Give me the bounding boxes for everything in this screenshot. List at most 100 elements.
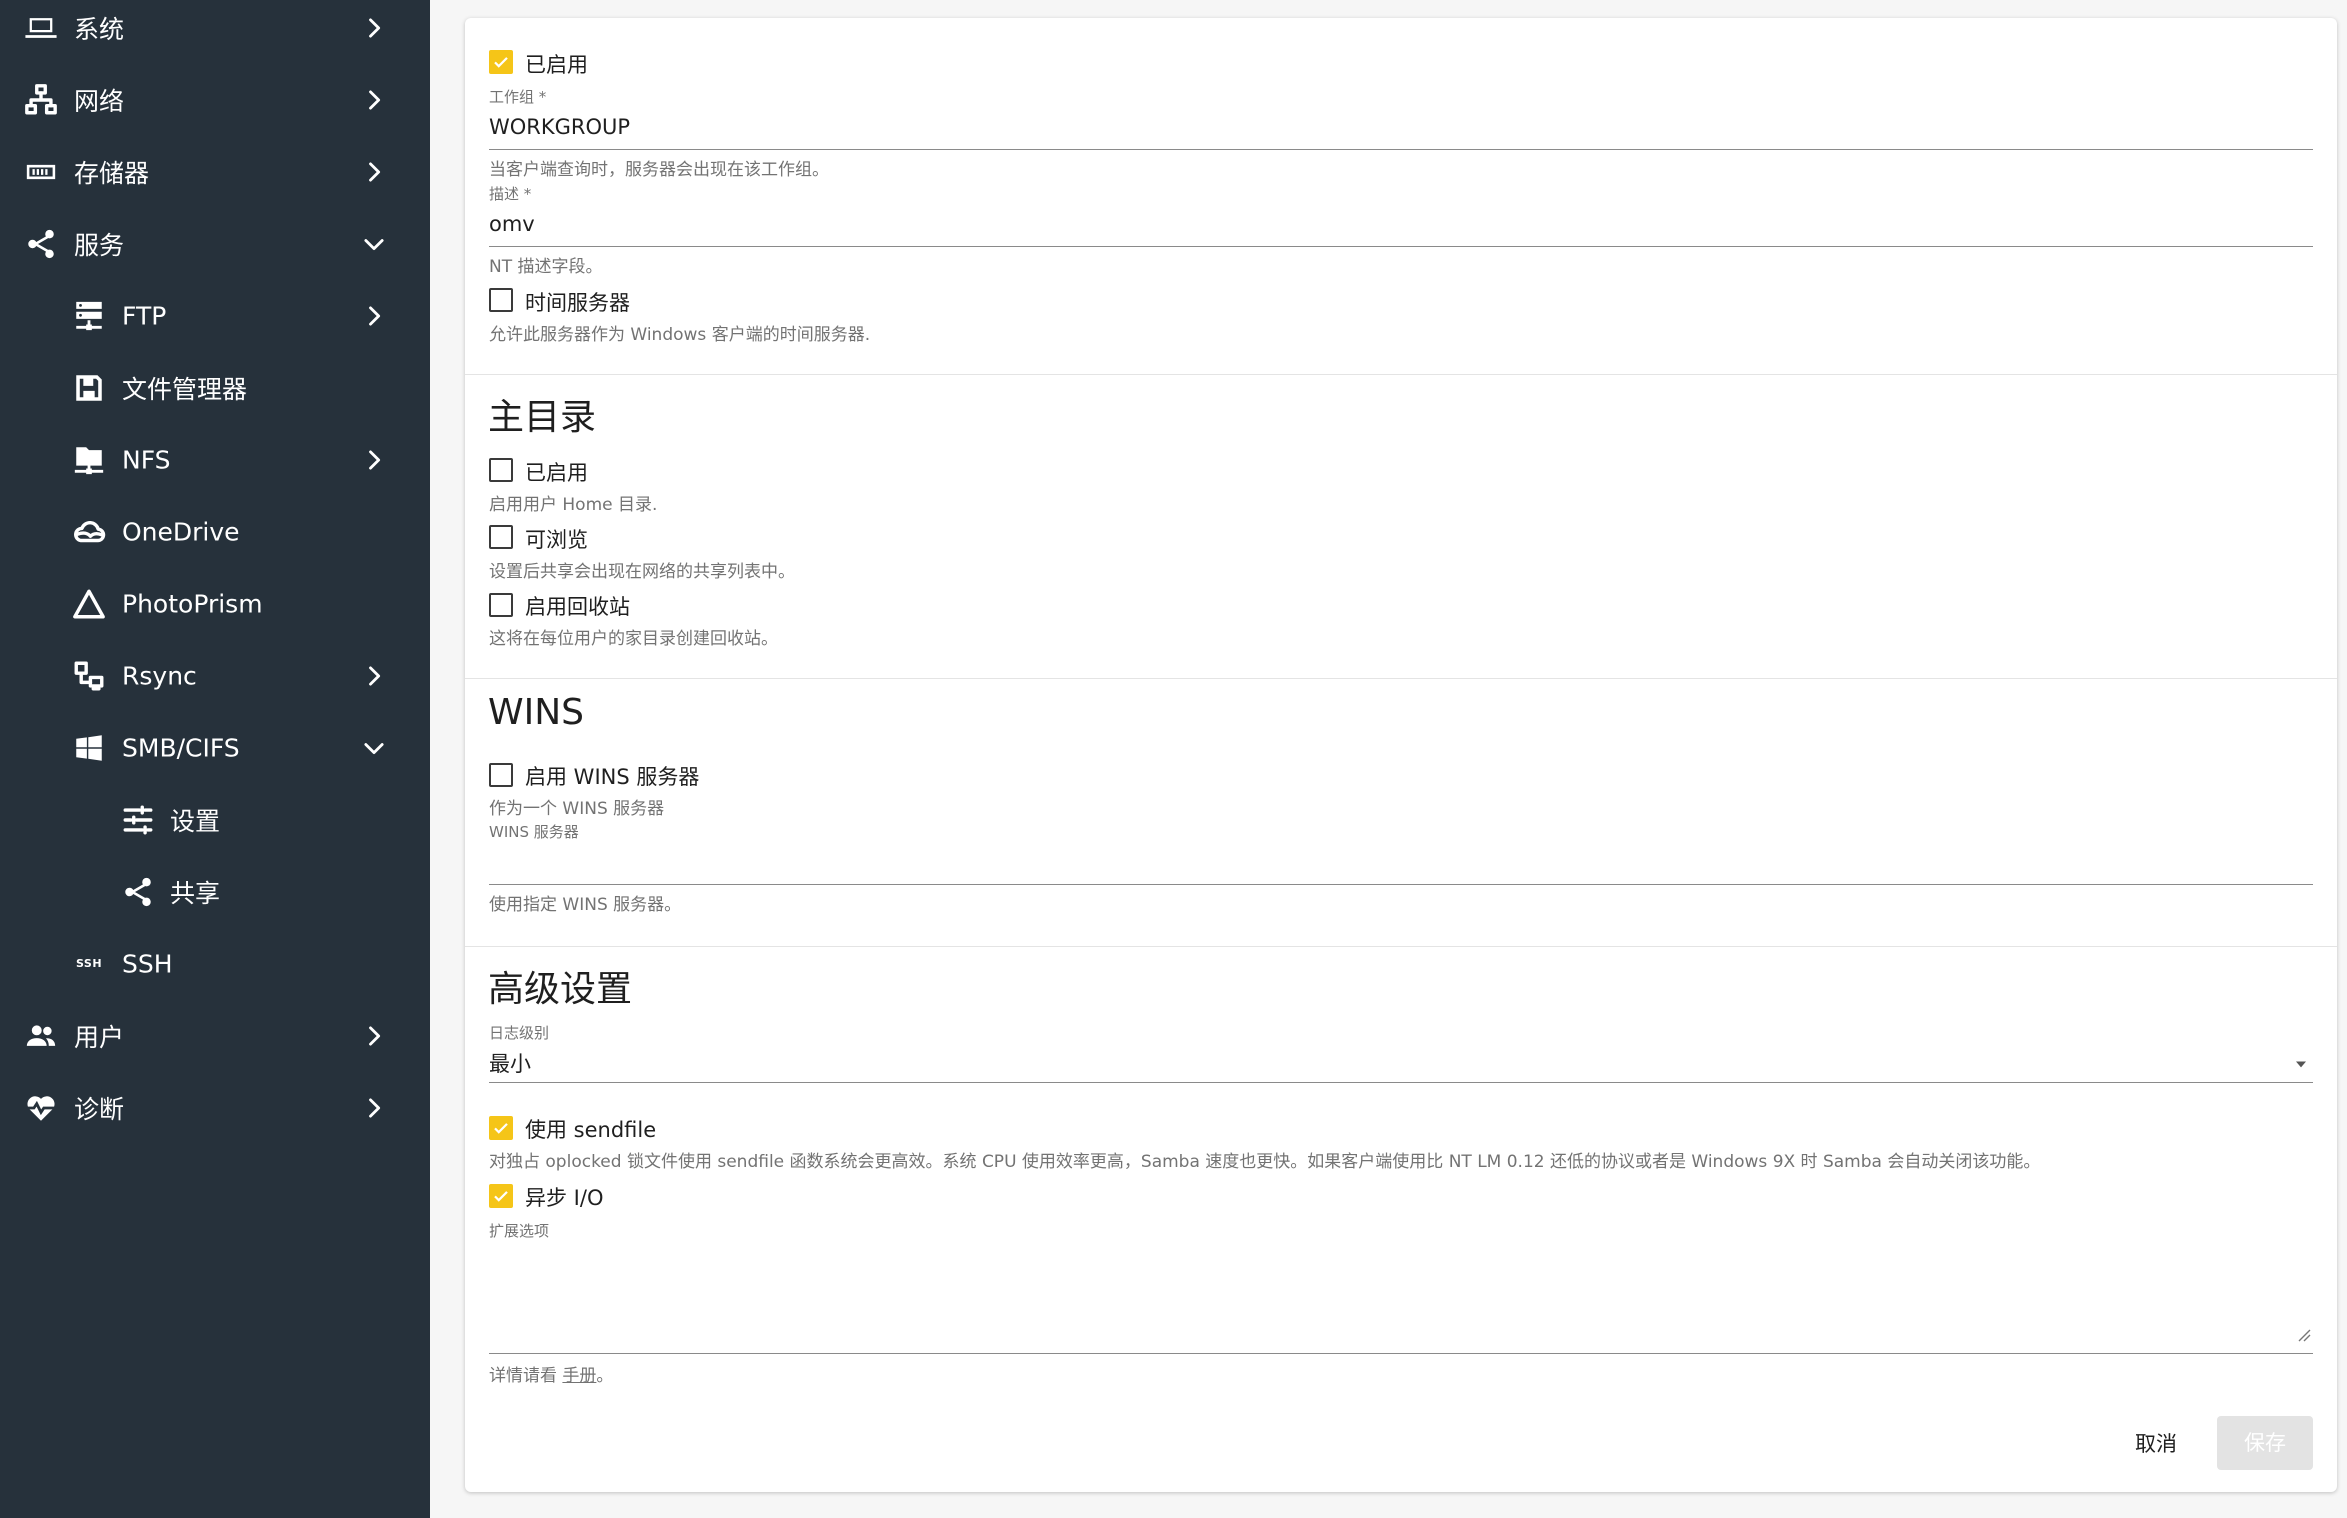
chevron-right-icon xyxy=(369,666,381,686)
users-icon xyxy=(26,1025,56,1046)
floppy-icon xyxy=(76,375,102,401)
sidebar-item-label: FTP xyxy=(122,301,167,331)
sidebar: 系统 网络 存储器 服务 FTP 文件管理器 NFS OneDrive Phot… xyxy=(0,0,430,1518)
wins-server-underline xyxy=(489,884,2313,885)
wins-server-input[interactable] xyxy=(489,848,2313,878)
extra-options-textarea[interactable] xyxy=(489,1250,2313,1350)
sidebar-item-label: 设置 xyxy=(170,807,221,836)
chevron-right-icon xyxy=(369,162,381,182)
wins-enable-hint: 作为一个 WINS 服务器 xyxy=(489,799,665,819)
enabled-label: 已启用 xyxy=(525,53,588,77)
chevron-right-icon xyxy=(369,1098,381,1118)
description-underline xyxy=(489,246,2313,247)
sync-icon xyxy=(74,661,104,691)
async-io-label: 异步 I/O xyxy=(525,1186,604,1210)
smb-settings-form: 已启用 工作组 * 当客户端查询时，服务器会出现在该工作组。 描述 * NT 描… xyxy=(465,18,2337,1492)
sendfile-label: 使用 sendfile xyxy=(525,1118,657,1142)
cloud-icon xyxy=(74,521,106,543)
sidebar-item-label: NFS xyxy=(122,445,171,475)
chevron-right-icon xyxy=(369,306,381,326)
chevron-right-icon xyxy=(369,450,381,470)
async-io-checkbox[interactable] xyxy=(489,1184,513,1208)
home-enabled-checkbox[interactable] xyxy=(489,458,513,482)
check-icon xyxy=(494,1123,508,1134)
recycle-checkbox[interactable] xyxy=(489,593,513,617)
sidebar-item-label: Rsync xyxy=(122,661,197,691)
sidebar-item-rsync[interactable]: Rsync xyxy=(0,640,430,712)
sidebar-item-label: 系统 xyxy=(74,15,125,44)
description-label: 描述 * xyxy=(489,185,532,203)
home-section-title: 主目录 xyxy=(488,397,597,438)
extra-options-underline xyxy=(489,1353,2313,1354)
sidebar-item-network[interactable]: 网络 xyxy=(0,64,430,136)
sidebar-item-label: 服务 xyxy=(74,231,125,260)
time-server-label: 时间服务器 xyxy=(525,291,630,315)
resize-handle-icon[interactable] xyxy=(2297,1328,2311,1342)
description-hint: NT 描述字段。 xyxy=(489,257,603,277)
manual-link[interactable]: 手册 xyxy=(562,1366,596,1386)
sidebar-item-label: 用户 xyxy=(74,1023,125,1052)
wins-section-title: WINS xyxy=(488,692,584,733)
sidebar-item-diagnostics[interactable]: 诊断 xyxy=(0,1072,430,1144)
wins-enable-label: 启用 WINS 服务器 xyxy=(525,765,700,789)
chevron-right-icon xyxy=(369,1026,381,1046)
time-server-checkbox[interactable] xyxy=(489,288,513,312)
save-button[interactable]: 保存 xyxy=(2217,1416,2313,1470)
folder-network-icon xyxy=(74,447,104,475)
storage-icon xyxy=(26,164,56,180)
wins-server-label: WINS 服务器 xyxy=(489,823,579,841)
browseable-checkbox[interactable] xyxy=(489,525,513,549)
ssh-icon: SSH xyxy=(75,957,103,970)
sidebar-item-ftp[interactable]: FTP xyxy=(0,280,430,352)
time-server-hint: 允许此服务器作为 Windows 客户端的时间服务器. xyxy=(489,325,871,345)
enabled-checkbox[interactable] xyxy=(489,50,513,74)
workgroup-underline xyxy=(489,149,2313,150)
sidebar-item-smb-shares[interactable]: 共享 xyxy=(0,856,430,928)
sidebar-item-storage[interactable]: 存储器 xyxy=(0,136,430,208)
sidebar-item-label: 文件管理器 xyxy=(122,375,248,404)
chevron-right-icon xyxy=(369,18,381,38)
sidebar-item-smb-settings[interactable]: 设置 xyxy=(0,784,430,856)
browseable-hint: 设置后共享会出现在网络的共享列表中。 xyxy=(489,562,795,582)
sidebar-item-nfs[interactable]: NFS xyxy=(0,424,430,496)
sidebar-item-smb[interactable]: SMB/CIFS xyxy=(0,712,430,784)
sidebar-item-photoprism[interactable]: PhotoPrism xyxy=(0,568,430,640)
chevron-down-icon xyxy=(364,743,384,755)
extra-options-hint: 详情请看 手册。 xyxy=(489,1366,614,1386)
advanced-section-title: 高级设置 xyxy=(488,969,633,1010)
chevron-down-icon xyxy=(364,239,384,251)
cancel-button[interactable]: 取消 xyxy=(2135,1428,2177,1458)
sidebar-item-system[interactable]: 系统 xyxy=(0,0,430,64)
sidebar-item-users[interactable]: 用户 xyxy=(0,1000,430,1072)
home-enabled-label: 已启用 xyxy=(525,461,588,485)
sidebar-item-services[interactable]: 服务 xyxy=(0,208,430,280)
workgroup-input[interactable] xyxy=(489,112,2313,142)
sidebar-item-label: 诊断 xyxy=(74,1095,125,1124)
home-enabled-hint: 启用用户 Home 目录. xyxy=(489,495,658,515)
sendfile-checkbox[interactable] xyxy=(489,1116,513,1140)
wins-enable-checkbox[interactable] xyxy=(489,763,513,787)
description-input[interactable] xyxy=(489,209,2313,239)
sidebar-item-label: 共享 xyxy=(170,879,221,908)
extra-options-label: 扩展选项 xyxy=(489,1222,550,1240)
share-icon xyxy=(125,877,151,907)
sidebar-item-filebrowser[interactable]: 文件管理器 xyxy=(0,352,430,424)
log-level-select[interactable]: 最小 xyxy=(489,1044,2313,1080)
sidebar-item-onedrive[interactable]: OneDrive xyxy=(0,496,430,568)
check-icon xyxy=(494,57,508,68)
workgroup-hint: 当客户端查询时，服务器会出现在该工作组。 xyxy=(489,160,829,180)
sidebar-item-ssh[interactable]: SSH SSH xyxy=(0,928,430,1000)
sidebar-item-label: OneDrive xyxy=(122,517,240,547)
section-divider xyxy=(465,946,2337,947)
check-icon xyxy=(494,1191,508,1202)
server-icon xyxy=(76,301,102,331)
workgroup-label: 工作组 * xyxy=(489,88,547,106)
sidebar-item-label: 网络 xyxy=(74,87,125,116)
recycle-label: 启用回收站 xyxy=(525,595,630,619)
triangle-icon xyxy=(73,589,105,619)
dropdown-arrow-icon xyxy=(2296,1061,2306,1068)
sendfile-hint: 对独占 oplocked 锁文件使用 sendfile 函数系统会更高效。系统 … xyxy=(489,1152,2041,1172)
chevron-right-icon xyxy=(369,90,381,110)
log-level-underline xyxy=(489,1082,2313,1083)
tune-icon xyxy=(123,805,153,835)
